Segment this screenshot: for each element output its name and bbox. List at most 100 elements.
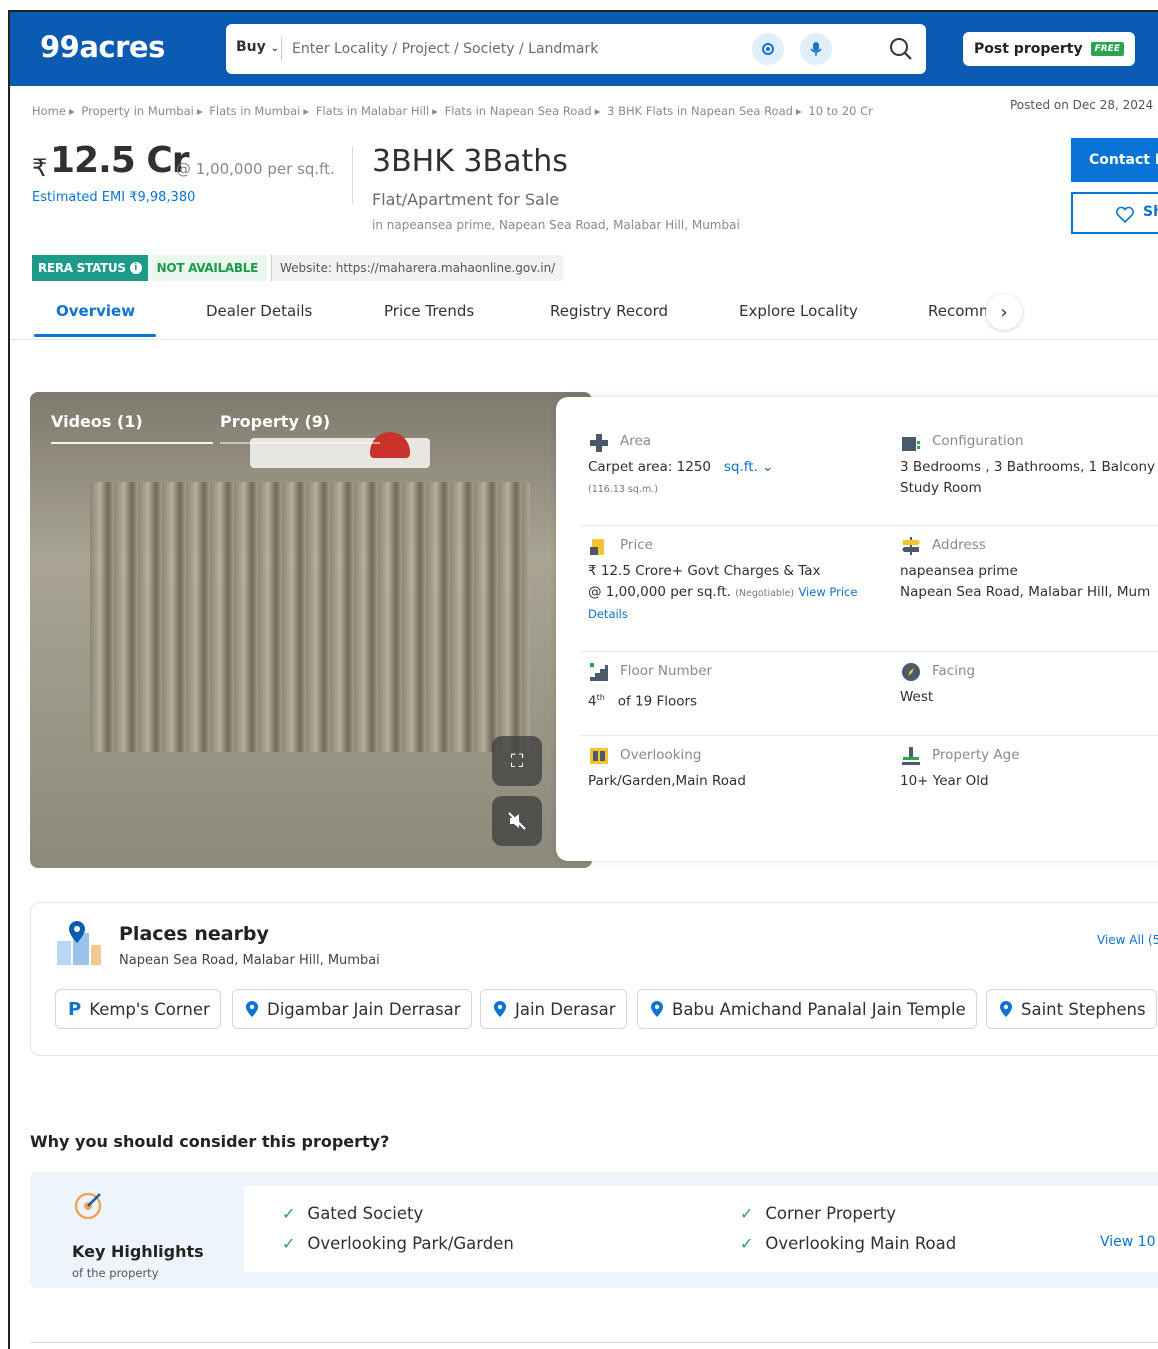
fullscreen-icon[interactable]: ⛶: [492, 736, 542, 786]
checkmark-icon: ✓: [740, 1204, 754, 1223]
tab-price-trends[interactable]: Price Trends: [384, 302, 474, 320]
rera-website[interactable]: Website: https://maharera.mahaonline.gov…: [271, 255, 564, 281]
map-pin-icon: [1000, 1001, 1012, 1017]
key-highlights-list: ✓ Gated Society ✓ Corner Property ✓ Overloo…: [244, 1186, 1158, 1272]
configuration-value: 3 Bedrooms , 3 Bathrooms, 1 Balcony Study…: [900, 459, 1156, 496]
divider: [30, 1342, 1158, 1343]
building-age-icon: [902, 747, 920, 765]
highlight-item: ✓ Corner Property: [740, 1204, 896, 1223]
photo-lamp: [370, 432, 410, 458]
property-title: 3BHK 3Baths: [372, 144, 568, 179]
rera-status-label: RERA STATUS: [38, 261, 126, 275]
tab-registry-record[interactable]: Registry Record: [550, 302, 668, 320]
currency-symbol: ₹: [32, 154, 48, 182]
view-price-details-link[interactable]: View Price: [798, 585, 857, 599]
configuration-icon: [902, 437, 920, 451]
floor-stairs-icon: [590, 663, 608, 681]
target-icon: [74, 1192, 102, 1220]
breadcrumb-item[interactable]: Flats in Mumbai: [209, 104, 300, 118]
area-label: Area: [620, 433, 652, 449]
breadcrumb-item[interactable]: Property in Mumbai: [81, 104, 193, 118]
tab-videos[interactable]: Videos (1): [51, 412, 143, 431]
place-chip-label: Saint Stephens: [1021, 999, 1146, 1019]
place-chip[interactable]: Babu Amichand Panalal Jain Temple: [637, 989, 977, 1029]
voice-search-button[interactable]: [800, 33, 832, 65]
overlooking-value: Park/Garden,Main Road: [588, 773, 746, 789]
divider: [580, 525, 1158, 526]
compass-icon: [902, 663, 920, 681]
top-navbar: 99acres Buy ⌄ Post property FREE: [10, 12, 1158, 86]
window-icon: [590, 748, 608, 764]
divider: [580, 735, 1158, 736]
view-all-places-link[interactable]: View All (5: [1097, 933, 1158, 947]
area-icon: [590, 434, 608, 452]
address-value: napeansea prime Napean Sea Road, Malabar …: [900, 563, 1151, 600]
logo[interactable]: 99acres: [40, 30, 165, 64]
place-chip[interactable]: P Kemp's Corner: [55, 989, 221, 1029]
property-age-label: Property Age: [932, 747, 1020, 763]
map-pin-icon: [651, 1001, 663, 1017]
tab-overview[interactable]: Overview: [56, 302, 135, 320]
floor-value: 4th of 19 Floors: [588, 693, 698, 710]
chevron-down-icon: ⌄: [270, 43, 280, 54]
floor-label: Floor Number: [620, 663, 713, 679]
media-gallery[interactable]: Videos (1) Property (9) ⛶: [30, 392, 592, 868]
location-button[interactable]: [752, 33, 784, 65]
divider: [352, 146, 353, 204]
configuration-label: Configuration: [932, 433, 1024, 449]
why-consider-title: Why you should consider this property?: [30, 1132, 390, 1151]
checkmark-icon: ✓: [282, 1204, 296, 1223]
info-icon[interactable]: i: [129, 262, 142, 274]
breadcrumb-item[interactable]: Flats in Malabar Hill: [316, 104, 429, 118]
key-highlights-subtitle: of the property: [72, 1266, 159, 1280]
place-chip-label: Jain Derasar: [515, 999, 616, 1019]
place-chip[interactable]: Jain Derasar: [480, 989, 627, 1029]
locate-icon: [762, 43, 774, 55]
overlooking-label: Overlooking: [620, 747, 702, 763]
breadcrumb-item[interactable]: Flats in Napean Sea Road: [445, 104, 592, 118]
post-property-button[interactable]: Post property FREE: [963, 32, 1135, 66]
breadcrumb-item[interactable]: Home: [32, 104, 66, 118]
rera-status-tag[interactable]: RERA STATUS i: [32, 255, 148, 281]
area-unit-dropdown[interactable]: sq.ft.: [724, 459, 758, 475]
area-sqm: (116.13 sq.m.): [588, 484, 658, 495]
property-age-value: 10+ Year Old: [900, 773, 989, 789]
tab-underline: [51, 442, 213, 444]
places-nearby-section: Places nearby Napean Sea Road, Malabar H…: [30, 902, 1158, 1056]
price-per-sqft: @ 1,00,000 per sq.ft.: [176, 160, 335, 178]
microphone-icon: [810, 42, 822, 56]
view-price-details-link[interactable]: Details: [588, 607, 628, 621]
place-chip[interactable]: Digambar Jain Derrasar: [232, 989, 472, 1029]
places-nearby-title: Places nearby: [119, 923, 269, 945]
breadcrumb-item[interactable]: 3 BHK Flats in Napean Sea Road: [607, 104, 793, 118]
divider: [580, 651, 1158, 652]
tab-recommendations[interactable]: Recomm: [928, 302, 986, 320]
search-input[interactable]: [292, 32, 732, 66]
contact-dealer-button[interactable]: Contact D: [1071, 138, 1158, 182]
buy-dropdown[interactable]: Buy ⌄: [236, 39, 279, 55]
chevron-right-icon[interactable]: ›: [986, 294, 1022, 330]
facing-label: Facing: [932, 663, 976, 679]
active-tab-indicator: [34, 334, 156, 337]
shortlist-label: Sh: [1143, 204, 1158, 220]
tab-dealer-details[interactable]: Dealer Details: [206, 302, 312, 320]
heart-icon: [1115, 206, 1135, 224]
search-icon[interactable]: [886, 34, 916, 64]
posted-date: Posted on Dec 28, 2024: [1010, 98, 1154, 112]
divider: [281, 37, 282, 61]
shortlist-button[interactable]: Sh: [1071, 192, 1158, 234]
emi-link[interactable]: Estimated EMI ₹9,98,380: [32, 190, 195, 205]
tab-property-photos[interactable]: Property (9): [220, 412, 330, 431]
place-chip-label: Babu Amichand Panalal Jain Temple: [672, 999, 966, 1019]
mute-icon[interactable]: [492, 796, 542, 846]
rera-status: RERA STATUS i NOT AVAILABLE Website: htt…: [32, 255, 564, 281]
place-chip-label: Kemp's Corner: [89, 999, 210, 1019]
place-chip[interactable]: Saint Stephens: [986, 989, 1157, 1029]
tab-underline: [220, 442, 380, 444]
price-label: Price: [620, 537, 653, 553]
photo-curtain: [90, 482, 530, 752]
tab-explore-locality[interactable]: Explore Locality: [739, 302, 858, 320]
breadcrumb-item[interactable]: 10 to 20 Cr: [808, 104, 873, 118]
buy-label: Buy: [236, 39, 266, 55]
view-more-highlights-link[interactable]: View 10: [1100, 1234, 1156, 1250]
